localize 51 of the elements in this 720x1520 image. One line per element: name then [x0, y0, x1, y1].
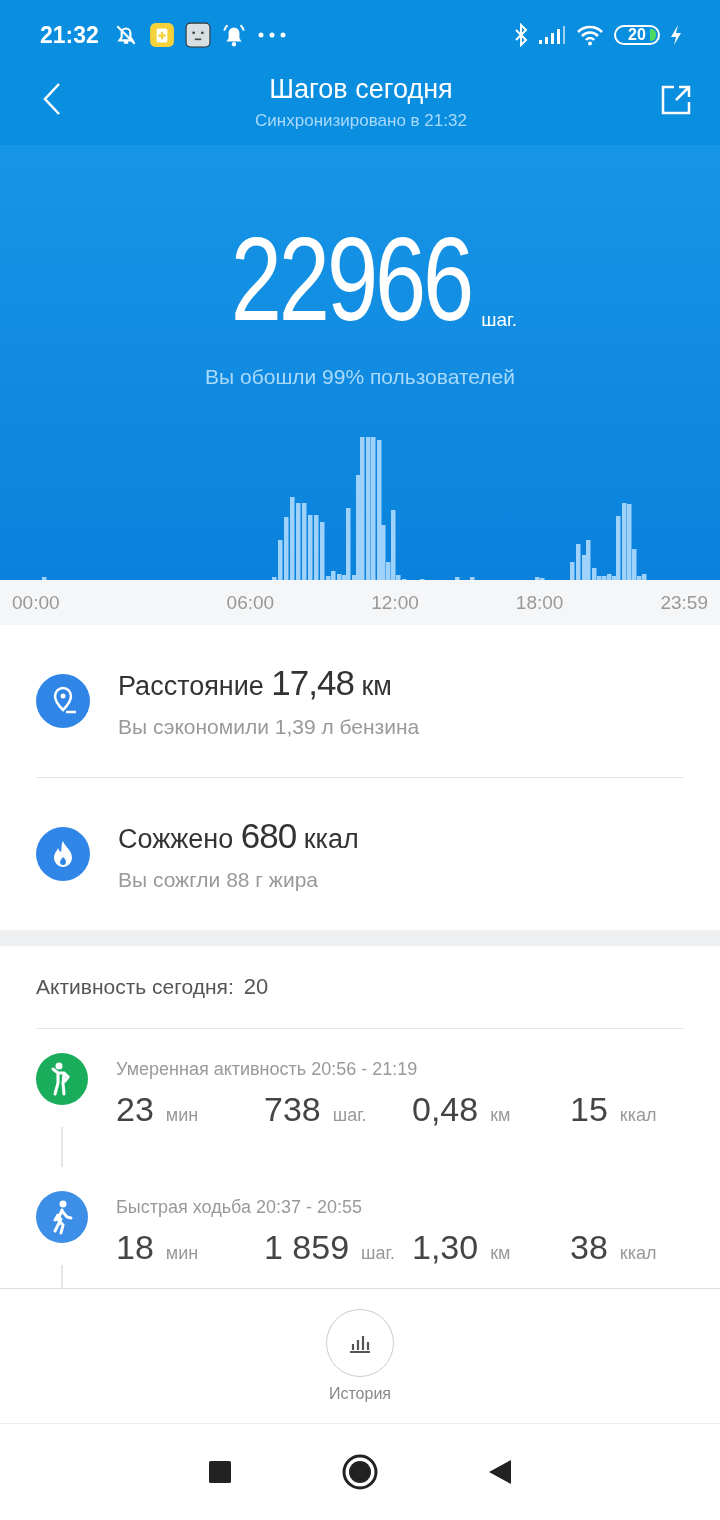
more-icon: [256, 31, 287, 39]
metric-unit: мин: [165, 1105, 199, 1126]
metric-unit: шаг.: [361, 1243, 395, 1264]
activity-time-range: Умеренная активность 20:56 - 21:19: [116, 1059, 419, 1080]
history-label[interactable]: История: [328, 1385, 391, 1403]
charging-icon: [670, 24, 682, 46]
battery-indicator: 20: [614, 25, 660, 45]
step-unit: шаг.: [481, 309, 517, 331]
stat-summary: Расстояние 17,48 км: [118, 663, 393, 703]
sync-status: Синхронизировано в 21:32: [255, 111, 467, 131]
metric-value: 15: [570, 1090, 608, 1129]
metric-unit: ккал: [619, 1243, 657, 1264]
stat-summary: Сожжено 680 ккал: [118, 816, 359, 856]
share-icon[interactable]: [660, 84, 692, 116]
back-nav-icon[interactable]: [488, 1459, 512, 1485]
axis-label: 00:00: [12, 591, 60, 614]
metric-unit: км: [490, 1243, 511, 1264]
metric-value: 0,48: [412, 1090, 479, 1129]
metric-unit: ккал: [619, 1105, 657, 1126]
metric-value: 23: [116, 1090, 154, 1129]
flame-icon: [36, 827, 90, 881]
metric-value: 738: [264, 1090, 321, 1129]
stat-note: Вы сожгли 88 г жира: [118, 868, 319, 892]
robot-face-icon: [184, 22, 211, 48]
back-icon[interactable]: [42, 82, 62, 116]
axis-label: 06:00: [226, 591, 275, 614]
metric-value: 1 859: [264, 1228, 350, 1267]
step-count: 22966: [230, 223, 472, 335]
metric-value: 38: [570, 1228, 608, 1267]
metric-unit: шаг.: [332, 1105, 367, 1126]
metric-value: 1,30: [412, 1228, 479, 1267]
comparison-text: Вы обошли 99% пользователей: [205, 365, 515, 389]
app-icon: [148, 22, 175, 48]
page-title: Шагов сегодня: [269, 74, 453, 105]
axis-label: 18:00: [515, 591, 564, 614]
metric-unit: км: [490, 1105, 511, 1126]
location-pin-icon: [36, 674, 90, 728]
home-icon[interactable]: [342, 1454, 378, 1490]
bluetooth-icon: [514, 23, 528, 47]
axis-label: 23:59: [660, 591, 708, 614]
activity-time-range: Быстрая ходьба 20:37 - 20:55: [116, 1197, 364, 1218]
wifi-icon: [576, 24, 604, 46]
stat-note: Вы сэкономили 1,39 л бензина: [118, 715, 420, 739]
activity-count: 20: [243, 974, 269, 1000]
recents-icon[interactable]: [208, 1460, 232, 1484]
axis-label: 12:00: [371, 591, 419, 614]
metric-unit: мин: [165, 1243, 199, 1264]
signal-icon: [538, 25, 566, 45]
status-time: 21:32: [40, 21, 99, 49]
activity-title: Активность сегодня:: [36, 975, 234, 999]
metric-value: 18: [116, 1228, 154, 1267]
